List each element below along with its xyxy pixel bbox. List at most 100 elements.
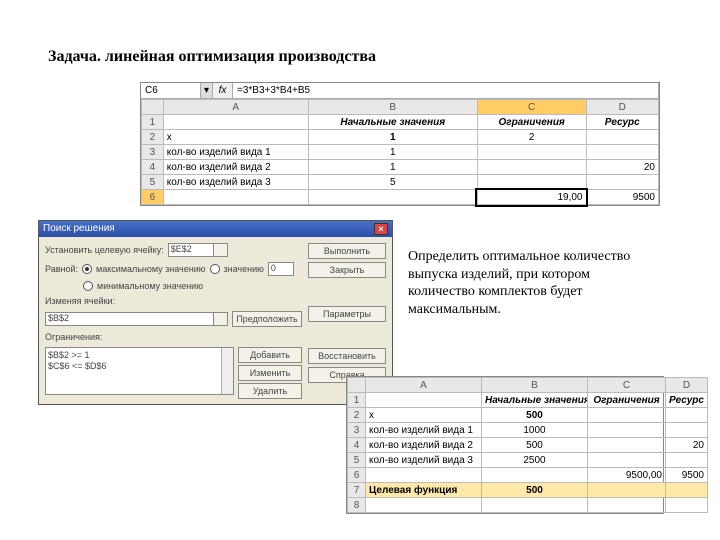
formula-input[interactable]: =3*B3+3*B4+B5 [233, 83, 659, 98]
guess-button[interactable]: Предположить [232, 311, 302, 327]
cell[interactable]: x [366, 408, 482, 423]
cell[interactable]: кол-во изделий вида 2 [366, 438, 482, 453]
cell[interactable] [482, 498, 588, 513]
cell[interactable] [482, 468, 588, 483]
cell[interactable] [308, 190, 477, 205]
cell[interactable]: 2500 [482, 453, 588, 468]
cell[interactable] [477, 160, 586, 175]
cell[interactable]: 500 [482, 483, 588, 498]
cell[interactable] [666, 408, 708, 423]
name-dropdown-icon[interactable]: ▾ [201, 83, 213, 98]
cell[interactable]: 1 [308, 130, 477, 145]
solver-titlebar[interactable]: Поиск решения × [39, 221, 392, 237]
cell[interactable]: кол-во изделий вида 3 [163, 175, 308, 190]
col-header-d[interactable]: D [666, 378, 708, 393]
cell[interactable] [477, 145, 586, 160]
cell[interactable]: Начальные значения [308, 115, 477, 130]
cell[interactable]: 1 [308, 145, 477, 160]
cell[interactable]: 500 [482, 408, 588, 423]
radio-max[interactable] [82, 264, 92, 274]
cell[interactable]: кол-во изделий вида 1 [366, 423, 482, 438]
cell[interactable] [366, 498, 482, 513]
cell[interactable]: Ограничения [588, 393, 666, 408]
row-header[interactable]: 3 [142, 145, 164, 160]
cell[interactable]: Ресурс [666, 393, 708, 408]
range-picker-icon[interactable] [213, 244, 227, 256]
cell[interactable]: 20 [666, 438, 708, 453]
params-button[interactable]: Параметры [308, 306, 386, 322]
cell[interactable] [588, 438, 666, 453]
row-header[interactable]: 7 [348, 483, 366, 498]
col-header-a[interactable]: A [163, 100, 308, 115]
row-header[interactable]: 1 [142, 115, 164, 130]
row-header[interactable]: 5 [348, 453, 366, 468]
cell[interactable] [588, 483, 666, 498]
row-header[interactable]: 1 [348, 393, 366, 408]
reset-button[interactable]: Восстановить [308, 348, 386, 364]
grid-bottom[interactable]: A B C D 1 Начальные значенияОграниченияРе… [347, 377, 708, 513]
cell[interactable] [666, 483, 708, 498]
cell[interactable] [586, 145, 659, 160]
col-header-a[interactable]: A [366, 378, 482, 393]
cell[interactable]: 9500 [586, 190, 659, 205]
cell[interactable] [586, 175, 659, 190]
cell[interactable]: Ограничения [477, 115, 586, 130]
row-header[interactable]: 3 [348, 423, 366, 438]
add-button[interactable]: Добавить [238, 347, 302, 363]
grid-top[interactable]: A B C D 1 Начальные значения Ограничения… [141, 99, 659, 205]
col-header-b[interactable]: B [482, 378, 588, 393]
changing-cells-input[interactable]: $B$2 [45, 312, 228, 326]
close-button[interactable]: Закрыть [308, 262, 386, 278]
cell[interactable] [163, 190, 308, 205]
fx-icon[interactable]: fx [213, 83, 233, 98]
target-cell-input[interactable]: $E$2 [168, 243, 228, 257]
cell[interactable]: 1 [308, 160, 477, 175]
cell[interactable]: 500 [482, 438, 588, 453]
selected-cell[interactable]: 19,00 [477, 190, 586, 205]
row-header[interactable]: 4 [142, 160, 164, 175]
change-button[interactable]: Изменить [238, 365, 302, 381]
col-header-b[interactable]: B [308, 100, 477, 115]
constraint-item[interactable]: $C$6 <= $D$6 [48, 361, 231, 372]
cell[interactable]: кол-во изделий вида 1 [163, 145, 308, 160]
row-header[interactable]: 2 [348, 408, 366, 423]
scrollbar[interactable] [221, 348, 233, 394]
radio-min[interactable] [83, 281, 93, 291]
corner-cell[interactable] [348, 378, 366, 393]
cell[interactable] [163, 115, 308, 130]
corner-cell[interactable] [142, 100, 164, 115]
row-header[interactable]: 6 [348, 468, 366, 483]
cell[interactable] [477, 175, 586, 190]
cell[interactable]: 1000 [482, 423, 588, 438]
name-box[interactable]: C6 [141, 83, 201, 98]
cell[interactable] [588, 408, 666, 423]
cell[interactable]: Целевая функция [366, 483, 482, 498]
cell[interactable]: Ресурс [586, 115, 659, 130]
cell[interactable] [666, 423, 708, 438]
constraint-item[interactable]: $B$2 >= 1 [48, 350, 231, 361]
constraints-list[interactable]: $B$2 >= 1 $C$6 <= $D$6 [45, 347, 234, 395]
close-icon[interactable]: × [374, 223, 388, 235]
row-header[interactable]: 6 [142, 190, 164, 205]
radio-value[interactable] [210, 264, 220, 274]
cell[interactable] [588, 453, 666, 468]
cell[interactable]: 2 [477, 130, 586, 145]
row-header[interactable]: 5 [142, 175, 164, 190]
row-header[interactable]: 4 [348, 438, 366, 453]
cell[interactable] [666, 498, 708, 513]
col-header-d[interactable]: D [586, 100, 659, 115]
cell[interactable]: Начальные значения [482, 393, 588, 408]
row-header[interactable]: 8 [348, 498, 366, 513]
cell[interactable]: 5 [308, 175, 477, 190]
range-picker-icon[interactable] [213, 313, 227, 325]
cell[interactable]: 9500,00 [588, 468, 666, 483]
cell[interactable]: кол-во изделий вида 2 [163, 160, 308, 175]
cell[interactable] [588, 498, 666, 513]
row-header[interactable]: 2 [142, 130, 164, 145]
cell[interactable] [666, 453, 708, 468]
delete-button[interactable]: Удалить [238, 383, 302, 399]
cell[interactable] [588, 423, 666, 438]
cell[interactable]: кол-во изделий вида 3 [366, 453, 482, 468]
cell[interactable]: 9500 [666, 468, 708, 483]
col-header-c[interactable]: C [588, 378, 666, 393]
